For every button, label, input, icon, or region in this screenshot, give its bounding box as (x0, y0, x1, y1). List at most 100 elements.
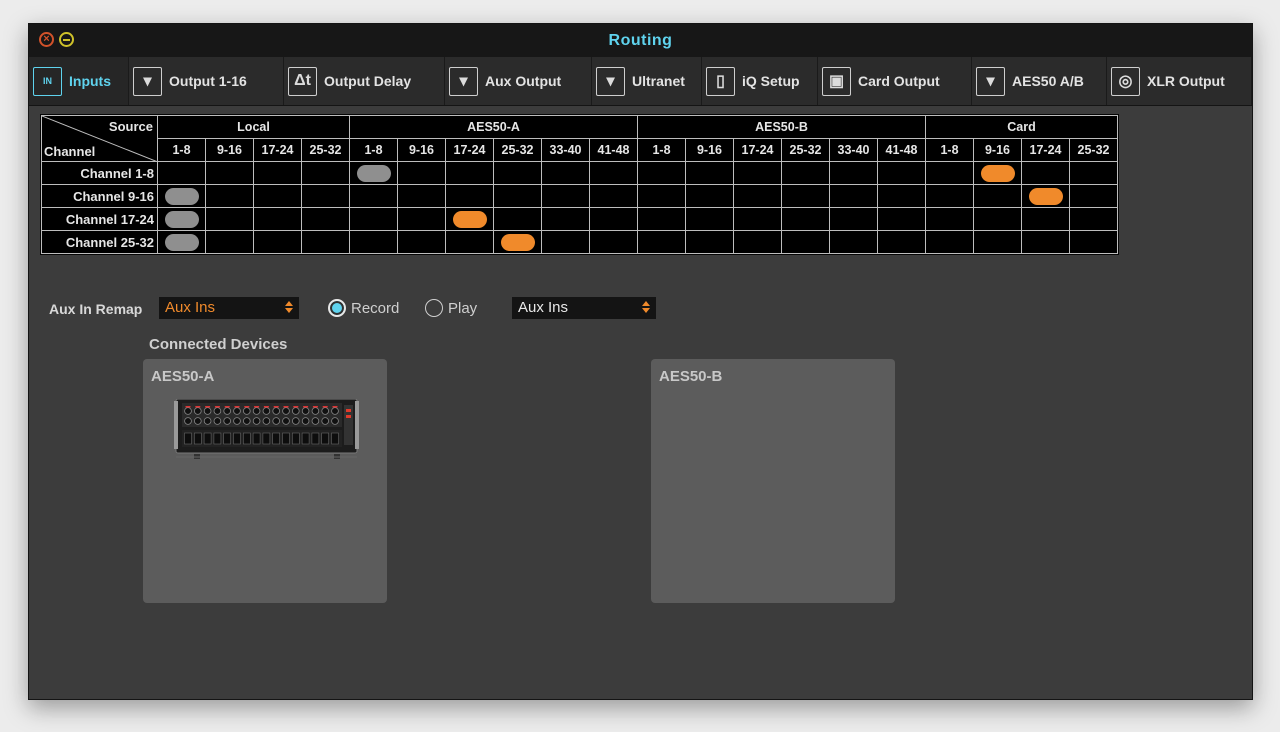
aux-in-remap-select[interactable]: Aux Ins (159, 297, 299, 319)
routing-cell[interactable] (445, 207, 494, 231)
routing-cell[interactable] (829, 230, 878, 254)
routing-cell[interactable] (733, 161, 782, 185)
routing-cell[interactable] (397, 161, 446, 185)
routing-cell[interactable] (829, 161, 878, 185)
routing-cell[interactable] (973, 161, 1022, 185)
tab-aes50-a-b[interactable]: ▾ AES50 A/B (972, 57, 1107, 105)
device-panel-aes50-a[interactable]: AES50-A (143, 359, 387, 603)
routing-cell[interactable] (637, 207, 686, 231)
play-radio[interactable] (425, 299, 443, 317)
routing-cell[interactable] (829, 184, 878, 208)
routing-cell[interactable] (685, 161, 734, 185)
routing-cell[interactable] (541, 207, 590, 231)
tab-output-delay[interactable]: Δt Output Delay (284, 57, 445, 105)
routing-cell[interactable] (1021, 184, 1070, 208)
routing-cell[interactable] (157, 207, 206, 231)
routing-cell[interactable] (1069, 184, 1118, 208)
routing-cell[interactable] (157, 184, 206, 208)
routing-cell[interactable] (877, 161, 926, 185)
routing-cell[interactable] (877, 230, 926, 254)
routing-cell[interactable] (253, 184, 302, 208)
routing-cell[interactable] (589, 207, 638, 231)
routing-cell[interactable] (781, 161, 830, 185)
routing-cell[interactable] (589, 184, 638, 208)
tab-label: XLR Output (1147, 73, 1225, 89)
routing-cell[interactable] (1021, 207, 1070, 231)
routing-cell[interactable] (733, 184, 782, 208)
device-panel-aes50-b[interactable]: AES50-B (651, 359, 895, 603)
routing-cell[interactable] (301, 184, 350, 208)
routing-cell[interactable] (397, 230, 446, 254)
routing-cell[interactable] (1069, 207, 1118, 231)
routing-cell[interactable] (253, 230, 302, 254)
routing-cell[interactable] (781, 230, 830, 254)
routing-cell[interactable] (685, 230, 734, 254)
tab-card-output[interactable]: ▣ Card Output (818, 57, 972, 105)
routing-cell[interactable] (493, 230, 542, 254)
routing-cell[interactable] (253, 161, 302, 185)
tab-ultranet[interactable]: ▾ Ultranet (592, 57, 702, 105)
routing-cell[interactable] (637, 184, 686, 208)
routing-cell[interactable] (493, 161, 542, 185)
routing-cell[interactable] (877, 184, 926, 208)
routing-cell[interactable] (157, 161, 206, 185)
routing-cell[interactable] (925, 184, 974, 208)
routing-cell[interactable] (973, 230, 1022, 254)
routing-cell[interactable] (541, 230, 590, 254)
tab-inputs[interactable]: IN Inputs (29, 57, 129, 105)
routing-cell[interactable] (925, 161, 974, 185)
routing-cell[interactable] (301, 161, 350, 185)
routing-cell[interactable] (253, 207, 302, 231)
routing-cell[interactable] (685, 207, 734, 231)
routing-cell[interactable] (589, 161, 638, 185)
column-header: 41-48 (589, 138, 638, 162)
column-header: 25-32 (781, 138, 830, 162)
routing-cell[interactable] (157, 230, 206, 254)
routing-cell[interactable] (541, 184, 590, 208)
routing-cell[interactable] (205, 230, 254, 254)
routing-cell[interactable] (733, 230, 782, 254)
routing-cell[interactable] (397, 207, 446, 231)
routing-cell[interactable] (493, 207, 542, 231)
routing-cell[interactable] (349, 230, 398, 254)
routing-cell[interactable] (205, 184, 254, 208)
routing-cell[interactable] (349, 161, 398, 185)
routing-cell[interactable] (973, 207, 1022, 231)
routing-cell[interactable] (925, 207, 974, 231)
routing-cell[interactable] (1021, 230, 1070, 254)
routing-cell[interactable] (349, 184, 398, 208)
routing-cell[interactable] (301, 230, 350, 254)
routing-cell[interactable] (781, 207, 830, 231)
tab-output-1-16[interactable]: ▾ Output 1-16 (129, 57, 284, 105)
routing-cell[interactable] (541, 161, 590, 185)
row-label: Channel 25-32 (41, 230, 158, 254)
tab-aux-output[interactable]: ▾ Aux Output (445, 57, 592, 105)
routing-cell[interactable] (973, 184, 1022, 208)
record-source-select[interactable]: Aux Ins (512, 297, 656, 319)
routing-cell[interactable] (1069, 230, 1118, 254)
record-radio[interactable] (328, 299, 346, 317)
routing-cell[interactable] (589, 230, 638, 254)
routing-cell[interactable] (637, 230, 686, 254)
routing-cell[interactable] (445, 230, 494, 254)
routing-cell[interactable] (829, 207, 878, 231)
routing-cell[interactable] (781, 184, 830, 208)
column-header: 1-8 (157, 138, 206, 162)
routing-cell[interactable] (1069, 161, 1118, 185)
routing-cell[interactable] (637, 161, 686, 185)
routing-cell[interactable] (301, 207, 350, 231)
tab-iq-setup[interactable]: ▯ iQ Setup (702, 57, 818, 105)
tab-xlr-output[interactable]: ◎ XLR Output (1107, 57, 1252, 105)
routing-cell[interactable] (1021, 161, 1070, 185)
routing-cell[interactable] (685, 184, 734, 208)
routing-cell[interactable] (445, 161, 494, 185)
routing-cell[interactable] (493, 184, 542, 208)
routing-cell[interactable] (877, 207, 926, 231)
routing-cell[interactable] (397, 184, 446, 208)
routing-cell[interactable] (349, 207, 398, 231)
routing-cell[interactable] (205, 161, 254, 185)
routing-cell[interactable] (925, 230, 974, 254)
routing-cell[interactable] (205, 207, 254, 231)
routing-cell[interactable] (445, 184, 494, 208)
routing-cell[interactable] (733, 207, 782, 231)
